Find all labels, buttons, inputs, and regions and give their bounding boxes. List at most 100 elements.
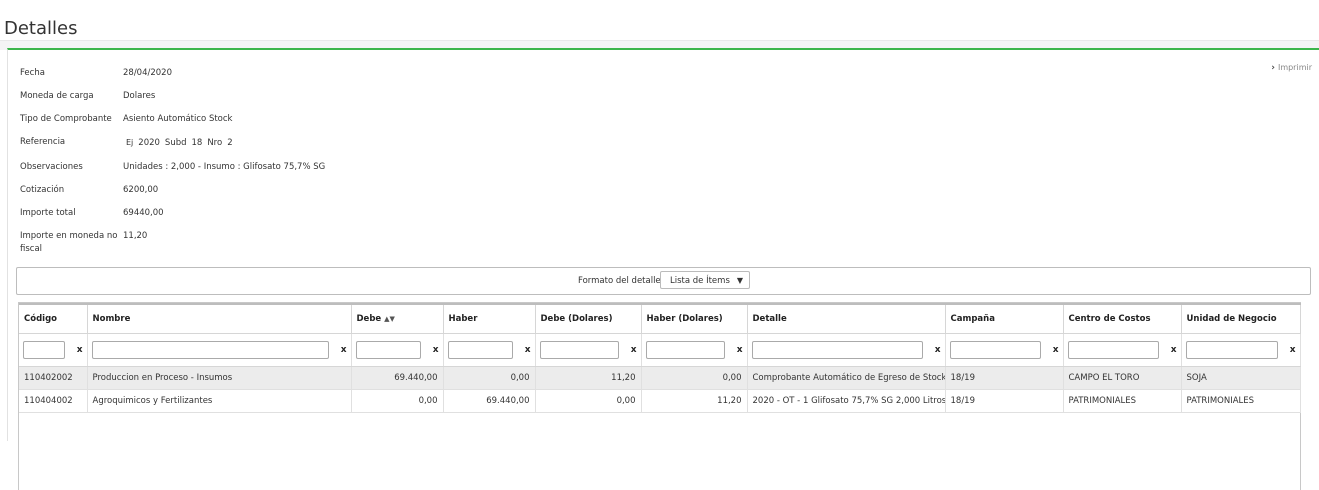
clear-filter-icon[interactable]: x [1290, 345, 1296, 355]
filter-cell: x [1063, 333, 1182, 367]
column-header-centro-costos[interactable]: Centro de Costos [1063, 303, 1182, 334]
cell-nombre: Agroquimicos y Fertilizantes [87, 389, 352, 413]
info-value: Asiento Automático Stock [123, 114, 233, 124]
cell-codigo: 110402002 [19, 366, 88, 390]
filter-cell: x [351, 333, 444, 367]
cell-debe-dolares: 11,20 [535, 366, 642, 390]
clear-filter-icon[interactable]: x [433, 345, 439, 355]
column-header-debe[interactable]: Debe ▲▼ [351, 303, 444, 334]
filter-cell: x [641, 333, 748, 367]
header-row: Código Nombre Debe ▲▼ Haber Debe (Dolares… [19, 303, 1301, 334]
detail-grid: Código Nombre Debe ▲▼ Haber Debe (Dolares… [18, 302, 1301, 490]
info-value: 28/04/2020 [123, 68, 172, 78]
filter-input-nombre[interactable] [91, 341, 329, 359]
filter-cell: x [443, 333, 536, 367]
cell-campana: 18/19 [945, 366, 1064, 390]
filter-input-haber-dolares[interactable] [645, 341, 725, 359]
filter-cell: x [945, 333, 1064, 367]
cell-debe: 69.440,00 [351, 366, 444, 390]
info-value: 11,20 [123, 231, 148, 241]
filter-cell: x [747, 333, 946, 367]
print-label: Imprimir [1277, 63, 1312, 72]
column-header-haber[interactable]: Haber [443, 303, 536, 334]
filter-input-debe[interactable] [355, 341, 421, 359]
format-select[interactable]: Lista de Ítems ▼ [660, 271, 750, 289]
filter-input-codigo[interactable] [23, 341, 65, 359]
cell-haber-dolares: 0,00 [641, 366, 748, 390]
clear-filter-icon[interactable]: x [1171, 345, 1177, 355]
table-row[interactable]: 110404002 Agroquimicos y Fertilizantes 0… [19, 389, 1301, 413]
ref-ej-label: Ej [126, 138, 134, 147]
ref-subd-value: 18 [191, 138, 203, 148]
table-row[interactable]: 110402002 Produccion en Proceso - Insumo… [19, 366, 1301, 390]
cell-campana: 18/19 [945, 389, 1064, 413]
ref-nro-value: 2 [227, 138, 233, 148]
page-title: Detalles [4, 18, 78, 40]
clear-filter-icon[interactable]: x [737, 345, 743, 355]
ref-subd-label: Subd [164, 138, 187, 148]
filter-input-haber[interactable] [447, 341, 513, 359]
filter-input-centro-costos[interactable] [1067, 341, 1159, 359]
column-header-nombre[interactable]: Nombre [87, 303, 352, 334]
cell-unidad-negocio: SOJA [1181, 366, 1301, 390]
clear-filter-icon[interactable]: x [631, 345, 637, 355]
cell-detalle: 2020 - OT - 1 Glifosato 75,7% SG 2,000 L… [747, 389, 946, 413]
info-label: Tipo de Comprobante [20, 114, 112, 124]
info-value: Unidades : 2,000 - Insumo : Glifosato 75… [123, 162, 326, 172]
print-link[interactable]: › Imprimir [1271, 63, 1312, 73]
info-value: 69440,00 [123, 208, 164, 218]
cell-centro-costos: CAMPO EL TORO [1063, 366, 1182, 390]
column-header-debe-label: Debe [356, 314, 382, 324]
format-label: Formato del detalle [578, 276, 661, 286]
column-header-codigo[interactable]: Código [19, 303, 88, 334]
filter-cell: x [1181, 333, 1301, 367]
sort-icon: ▲▼ [384, 315, 395, 323]
clear-filter-icon[interactable]: x [341, 345, 347, 355]
filter-row: x x x x x x x x x x [19, 333, 1301, 367]
column-header-unidad-negocio[interactable]: Unidad de Negocio [1181, 303, 1301, 334]
cell-codigo: 110404002 [19, 389, 88, 413]
column-header-haber-dolares[interactable]: Haber (Dolares) [641, 303, 748, 334]
cell-haber: 0,00 [443, 366, 536, 390]
info-value: Dolares [123, 91, 156, 101]
chevron-right-icon: › [1271, 63, 1275, 73]
column-header-detalle[interactable]: Detalle [747, 303, 946, 334]
filter-input-unidad-negocio[interactable] [1185, 341, 1278, 359]
ref-ej-value: 2020 [138, 138, 160, 148]
cell-nombre: Produccion en Proceso - Insumos [87, 366, 352, 390]
detail-panel: › Imprimir Fecha 28/04/2020 Moneda de car… [7, 48, 1319, 490]
cell-debe-dolares: 0,00 [535, 389, 642, 413]
cell-unidad-negocio: PATRIMONIALES [1181, 389, 1301, 413]
filter-cell: x [87, 333, 352, 367]
cell-detalle: Comprobante Automático de Egreso de Stoc… [747, 366, 946, 390]
detail-table: Código Nombre Debe ▲▼ Haber Debe (Dolares… [19, 303, 1301, 413]
format-bar: Formato del detalle Lista de Ítems ▼ [16, 267, 1311, 295]
info-label: Importe total [20, 208, 76, 218]
info-label: Cotización [20, 185, 65, 195]
filter-input-campana[interactable] [949, 341, 1041, 359]
dropdown-arrow-icon: ▼ [736, 276, 743, 285]
clear-filter-icon[interactable]: x [525, 345, 531, 355]
cell-debe: 0,00 [351, 389, 444, 413]
cell-haber-dolares: 11,20 [641, 389, 748, 413]
ref-nro-label: Nro [207, 138, 223, 148]
column-header-campana[interactable]: Campaña [945, 303, 1064, 334]
info-value: 6200,00 [123, 185, 159, 195]
info-label: Referencia [20, 137, 66, 147]
info-label: Fecha [20, 68, 45, 78]
reference-value: Ej 2020 Subd 18 Nro 2 [126, 136, 238, 150]
column-header-debe-dolares[interactable]: Debe (Dolares) [535, 303, 642, 334]
filter-input-detalle[interactable] [751, 341, 923, 359]
filter-cell: x [535, 333, 642, 367]
clear-filter-icon[interactable]: x [935, 345, 941, 355]
info-label: Observaciones [20, 162, 83, 172]
filter-input-debe-dolares[interactable] [539, 341, 619, 359]
clear-filter-icon[interactable]: x [77, 345, 83, 355]
format-selected-value: Lista de Ítems [670, 276, 730, 286]
info-label: Moneda de carga [20, 91, 94, 101]
cell-haber: 69.440,00 [443, 389, 536, 413]
info-label: Importe en moneda no fiscal [20, 231, 118, 254]
cell-centro-costos: PATRIMONIALES [1063, 389, 1182, 413]
filter-cell: x [19, 333, 88, 367]
clear-filter-icon[interactable]: x [1053, 345, 1059, 355]
